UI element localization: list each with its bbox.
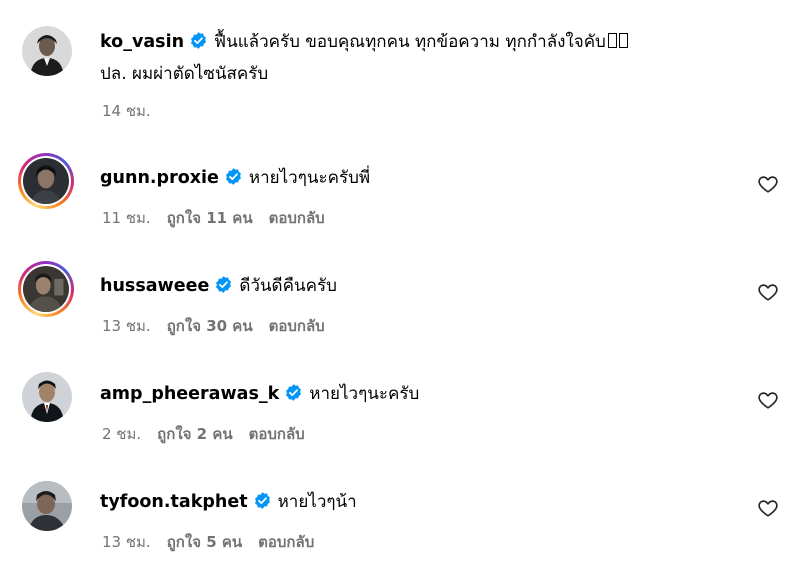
timestamp[interactable]: 14 ชม. bbox=[102, 102, 151, 120]
comment-line: gunn.proxie หายไวๆนะครับพี่ bbox=[100, 162, 370, 194]
reply-button[interactable]: ตอบกลับ bbox=[269, 317, 325, 335]
likes-count[interactable]: ถูกใจ 2 คน bbox=[157, 425, 232, 443]
comment-line: amp_pheerawas_k หายไวๆนะครับ bbox=[100, 378, 419, 410]
avatar-image bbox=[23, 266, 69, 312]
reply-button[interactable]: ตอบกลับ bbox=[269, 209, 325, 227]
username[interactable]: hussaweee bbox=[100, 276, 209, 296]
avatar-image bbox=[22, 26, 72, 76]
comment-text: ดีวันดีคืนครับ bbox=[239, 276, 337, 296]
avatar-inner bbox=[21, 264, 71, 314]
username[interactable]: amp_pheerawas_k bbox=[100, 384, 279, 404]
reply-button[interactable]: ตอบกลับ bbox=[249, 425, 305, 443]
avatar-inner bbox=[21, 156, 71, 206]
username[interactable]: gunn.proxie bbox=[100, 168, 219, 188]
likes-count[interactable]: ถูกใจ 30 คน bbox=[167, 317, 253, 335]
verified-badge-icon bbox=[191, 32, 206, 49]
likes-count[interactable]: ถูกใจ 5 คน bbox=[167, 533, 242, 551]
verified-badge-icon bbox=[216, 276, 232, 293]
avatar[interactable] bbox=[18, 153, 74, 209]
avatar[interactable] bbox=[22, 481, 72, 531]
caption-line-1: ko_vasin ฟื้นแล้วครับ ขอบคุณทุกคน ทุกข้อค… bbox=[100, 26, 628, 58]
avatar-image bbox=[23, 158, 69, 204]
caption-text-2: ปล. ผมผ่าตัดไซนัสครับ bbox=[100, 64, 269, 84]
comment-line: hussaweee ดีวันดีคืนครับ bbox=[100, 270, 337, 302]
heart-outline-icon[interactable] bbox=[757, 281, 779, 303]
timestamp[interactable]: 13 ชม. bbox=[102, 533, 151, 551]
username[interactable]: tyfoon.takphet bbox=[100, 492, 248, 512]
emoji-placeholder bbox=[618, 33, 628, 48]
avatar[interactable] bbox=[22, 26, 72, 76]
verified-badge-icon bbox=[254, 492, 270, 509]
username[interactable]: ko_vasin bbox=[100, 32, 184, 52]
caption-meta: 14 ชม. bbox=[102, 99, 167, 123]
comment-meta: 2 ชม. ถูกใจ 2 คน ตอบกลับ bbox=[102, 422, 321, 446]
timestamp[interactable]: 2 ชม. bbox=[102, 425, 141, 443]
heart-outline-icon[interactable] bbox=[757, 497, 779, 519]
avatar[interactable] bbox=[22, 372, 72, 422]
avatar[interactable] bbox=[18, 261, 74, 317]
comment-meta: 13 ชม. ถูกใจ 5 คน ตอบกลับ bbox=[102, 530, 330, 554]
verified-badge-icon bbox=[286, 384, 302, 401]
comment-meta: 11 ชม. ถูกใจ 11 คน ตอบกลับ bbox=[102, 206, 341, 230]
timestamp[interactable]: 11 ชม. bbox=[102, 209, 151, 227]
comment-text: หายไวๆนะครับพี่ bbox=[248, 168, 371, 188]
reply-button[interactable]: ตอบกลับ bbox=[258, 533, 314, 551]
caption-text: ฟื้นแล้วครับ ขอบคุณทุกคน ทุกข้อความ ทุกก… bbox=[214, 32, 606, 52]
emoji-placeholder bbox=[607, 33, 617, 48]
comment-text: หายไวๆน้า bbox=[277, 492, 357, 512]
comment-meta: 13 ชม. ถูกใจ 30 คน ตอบกลับ bbox=[102, 314, 341, 338]
likes-count[interactable]: ถูกใจ 11 คน bbox=[167, 209, 253, 227]
heart-outline-icon[interactable] bbox=[757, 389, 779, 411]
avatar-image bbox=[22, 481, 72, 531]
comment-line: tyfoon.takphet หายไวๆน้า bbox=[100, 486, 357, 518]
timestamp[interactable]: 13 ชม. bbox=[102, 317, 151, 335]
avatar-image bbox=[22, 372, 72, 422]
verified-badge-icon bbox=[225, 168, 241, 185]
comment-text: หายไวๆนะครับ bbox=[309, 384, 420, 404]
heart-outline-icon[interactable] bbox=[757, 173, 779, 195]
caption-line-2: ปล. ผมผ่าตัดไซนัสครับ bbox=[100, 58, 268, 90]
